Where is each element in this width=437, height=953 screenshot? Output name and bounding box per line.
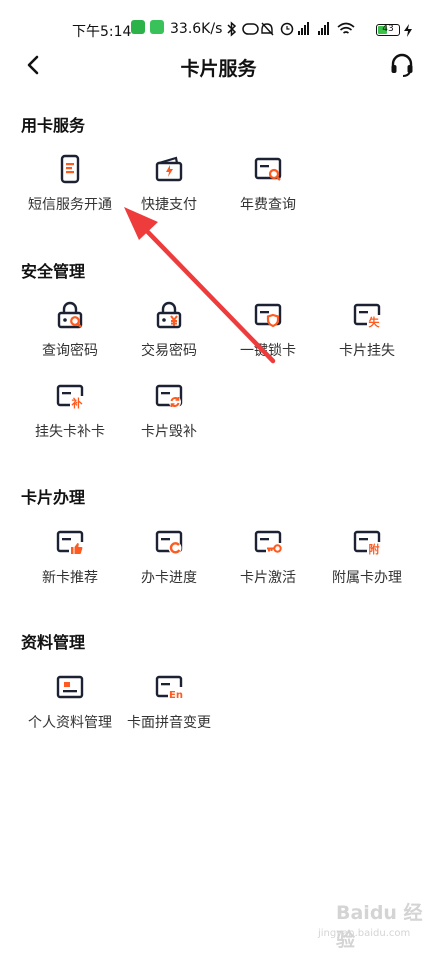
item-label: 年费查询 bbox=[240, 197, 296, 213]
badge-pinyin: En bbox=[169, 690, 183, 701]
pinyin-change-button[interactable]: En 卡面拼音变更 bbox=[119, 672, 219, 742]
personal-info-button[interactable]: 个人资料管理 bbox=[20, 672, 120, 742]
quick-pay-button[interactable]: 快捷支付 bbox=[119, 154, 219, 224]
app-notification-icon bbox=[150, 20, 164, 34]
id-card-icon bbox=[55, 672, 85, 702]
item-label: 卡片激活 bbox=[240, 570, 296, 586]
system-status-icons bbox=[227, 21, 355, 37]
item-label: 附属卡办理 bbox=[332, 570, 402, 586]
report-lost-button[interactable]: 失 卡片挂失 bbox=[317, 300, 417, 370]
trade-password-button[interactable]: 交易密码 bbox=[119, 300, 219, 370]
lock-search-icon bbox=[55, 300, 85, 330]
badge-lost: 失 bbox=[369, 315, 381, 329]
replace-lost-card-button[interactable]: 补 挂失卡补卡 bbox=[20, 381, 120, 451]
application-progress-button[interactable]: 办卡进度 bbox=[119, 527, 219, 597]
card-shield-icon bbox=[253, 300, 283, 330]
item-label: 卡片毁补 bbox=[141, 424, 197, 440]
bluetooth-icon bbox=[227, 21, 237, 37]
status-time: 下午5:14 bbox=[72, 24, 132, 40]
headset-icon bbox=[391, 53, 413, 77]
item-label: 办卡进度 bbox=[141, 570, 197, 586]
item-label: 交易密码 bbox=[141, 343, 197, 359]
section-title-card-services: 用卡服务 bbox=[21, 116, 86, 135]
battery-icon: 43 bbox=[376, 24, 400, 36]
item-label: 查询密码 bbox=[42, 343, 98, 359]
item-label: 卡片挂失 bbox=[339, 343, 395, 359]
card-thumbs-up-icon bbox=[55, 527, 85, 557]
wallet-lightning-icon bbox=[154, 154, 184, 184]
section-title-security: 安全管理 bbox=[21, 262, 86, 281]
section-title-profile: 资料管理 bbox=[21, 633, 86, 652]
network-speed: 33.6K/s bbox=[170, 21, 223, 37]
card-key-icon bbox=[253, 527, 283, 557]
signal-icon-2 bbox=[318, 22, 329, 35]
signal-icon-1 bbox=[298, 22, 309, 35]
section-title-card-handling: 卡片办理 bbox=[21, 488, 86, 507]
badge-supplementary: 附 bbox=[369, 542, 380, 556]
card-lost-icon: 失 bbox=[352, 300, 382, 330]
battery-level: 43 bbox=[382, 24, 394, 34]
card-progress-icon bbox=[154, 527, 184, 557]
annotation-arrow bbox=[124, 207, 276, 364]
charging-icon bbox=[404, 24, 412, 37]
watermark-brand: Baidu 经验 bbox=[336, 902, 423, 951]
supplementary-card-button[interactable]: 附 附属卡办理 bbox=[317, 527, 417, 597]
item-label: 短信服务开通 bbox=[28, 197, 112, 213]
customer-service-button[interactable] bbox=[387, 50, 417, 80]
lock-yen-icon bbox=[154, 300, 184, 330]
item-label: 挂失卡补卡 bbox=[35, 424, 105, 440]
item-label: 一键锁卡 bbox=[240, 343, 296, 359]
watermark-url: jingyan.baidu.com bbox=[318, 928, 411, 939]
sms-phone-icon bbox=[55, 154, 85, 184]
badge-replace: 补 bbox=[71, 396, 83, 410]
vibrate-icon bbox=[242, 23, 259, 35]
card-search-icon bbox=[253, 154, 283, 184]
item-label: 个人资料管理 bbox=[28, 715, 112, 731]
status-bar: 下午5:14 33.6K/s 43 bbox=[0, 0, 437, 40]
header: 卡片服务 bbox=[0, 40, 437, 90]
card-activation-button[interactable]: 卡片激活 bbox=[218, 527, 318, 597]
mute-icon bbox=[261, 22, 274, 36]
damaged-card-replace-button[interactable]: 卡片毁补 bbox=[119, 381, 219, 451]
card-pinyin-icon: En bbox=[154, 672, 184, 702]
query-password-button[interactable]: 查询密码 bbox=[20, 300, 120, 370]
item-label: 卡面拼音变更 bbox=[127, 715, 211, 731]
sms-service-button[interactable]: 短信服务开通 bbox=[20, 154, 120, 224]
card-refresh-icon bbox=[154, 381, 184, 411]
item-label: 快捷支付 bbox=[141, 197, 197, 213]
item-label: 新卡推荐 bbox=[42, 570, 98, 586]
wifi-icon bbox=[337, 22, 355, 34]
page-title: 卡片服务 bbox=[180, 58, 257, 80]
new-card-recommend-button[interactable]: 新卡推荐 bbox=[20, 527, 120, 597]
card-replace-icon: 补 bbox=[55, 381, 85, 411]
lock-card-button[interactable]: 一键锁卡 bbox=[218, 300, 318, 370]
annual-fee-query-button[interactable]: 年费查询 bbox=[218, 154, 318, 224]
wechat-icon bbox=[131, 20, 145, 34]
card-supplementary-icon: 附 bbox=[352, 527, 382, 557]
